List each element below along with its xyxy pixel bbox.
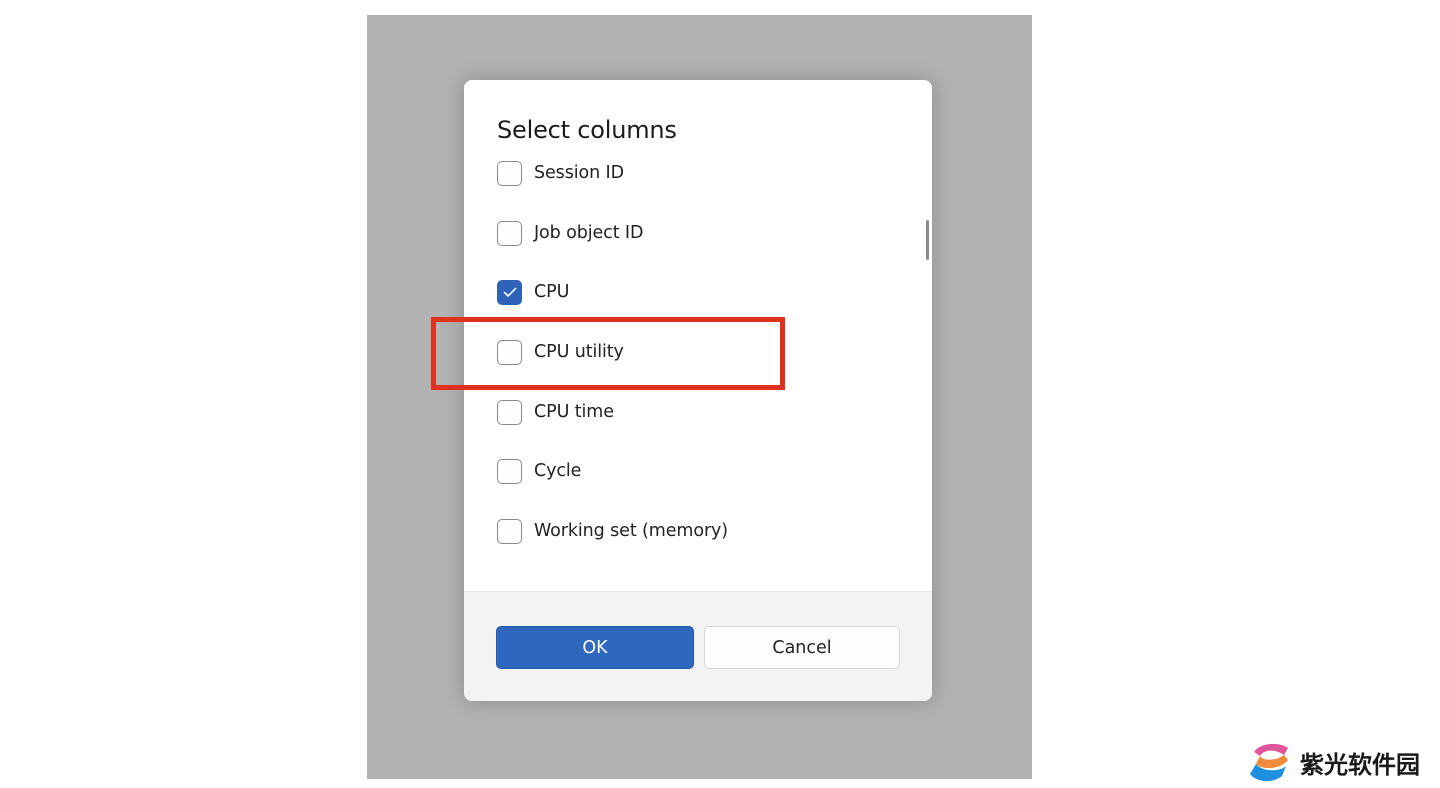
checkbox[interactable] [497, 399, 522, 425]
column-option-label: Job object ID [534, 223, 644, 243]
watermark: 紫光软件园 [1246, 738, 1420, 786]
scrollbar-thumb[interactable] [926, 220, 929, 260]
select-columns-dialog: Select columns Session ID Job object ID … [464, 80, 932, 701]
column-option-cpu[interactable]: CPU [497, 279, 569, 305]
column-option-job-object-id[interactable]: Job object ID [497, 220, 643, 246]
column-option-cpu-time[interactable]: CPU time [497, 399, 614, 425]
column-option-label: CPU time [534, 402, 614, 422]
checkbox[interactable] [497, 160, 522, 186]
cancel-button[interactable]: Cancel [704, 626, 900, 669]
column-option-label: Session ID [534, 163, 624, 183]
dialog-footer: OK Cancel [464, 591, 932, 701]
checkbox[interactable] [497, 518, 522, 544]
column-option-working-set[interactable]: Working set (memory) [497, 518, 728, 544]
column-option-cycle[interactable]: Cycle [497, 458, 581, 484]
checkmark-icon [503, 287, 516, 297]
checkbox[interactable] [497, 279, 522, 305]
checkbox[interactable] [497, 458, 522, 484]
site-logo-icon [1250, 743, 1288, 782]
column-option-session-id[interactable]: Session ID [497, 160, 624, 186]
column-option-label: CPU [534, 282, 570, 302]
column-option-label: Working set (memory) [534, 521, 729, 541]
annotation-highlight-box [431, 317, 785, 390]
dialog-title: Select columns [497, 116, 677, 144]
ok-button[interactable]: OK [496, 626, 694, 669]
column-option-label: Cycle [534, 461, 582, 481]
checkbox[interactable] [497, 220, 522, 246]
watermark-text: 紫光软件园 [1300, 750, 1420, 779]
